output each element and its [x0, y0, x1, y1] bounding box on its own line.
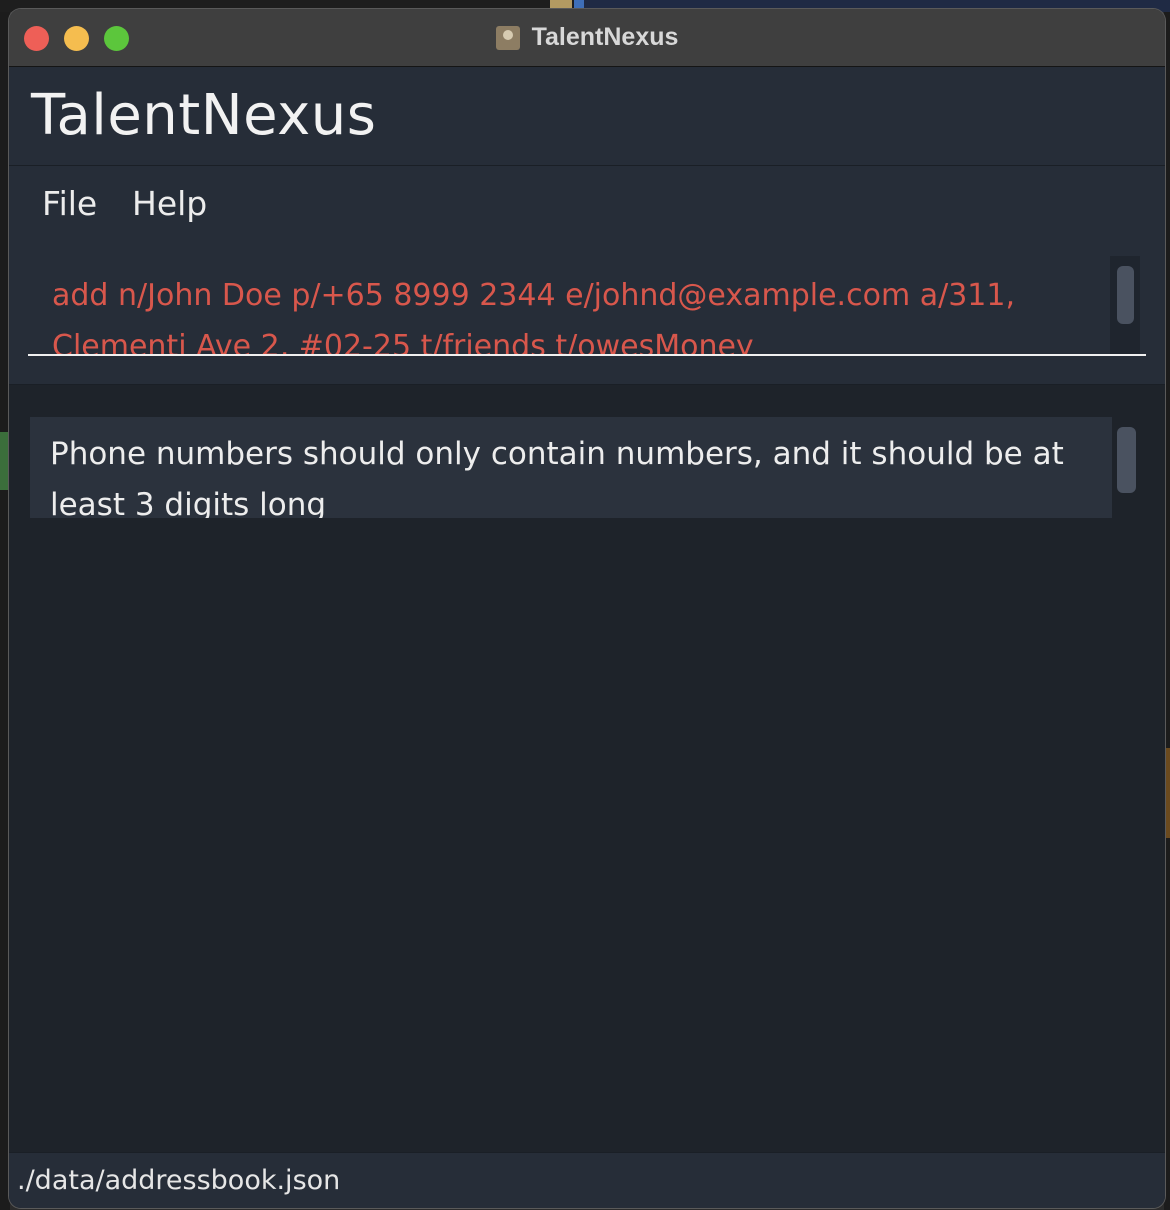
- command-scrollbar-thumb[interactable]: [1117, 266, 1134, 324]
- title-bar[interactable]: TalentNexus: [9, 9, 1165, 67]
- menu-file[interactable]: File: [42, 184, 97, 223]
- app-window: TalentNexus TalentNexus File Help add n/…: [9, 9, 1165, 1208]
- command-input-text[interactable]: add n/John Doe p/+65 8999 2344 e/johnd@e…: [52, 270, 1102, 354]
- window-title: TalentNexus: [531, 23, 679, 51]
- save-location-path: ./data/addressbook.json: [17, 1165, 341, 1196]
- result-display: Phone numbers should only contain number…: [30, 417, 1112, 518]
- status-bar: ./data/addressbook.json: [9, 1152, 1165, 1208]
- app-header: TalentNexus: [9, 67, 1165, 166]
- command-area: add n/John Doe p/+65 8999 2344 e/johnd@e…: [9, 236, 1165, 385]
- app-contacts-icon: [495, 25, 520, 50]
- menu-help[interactable]: Help: [132, 184, 207, 223]
- command-scrollbar[interactable]: [1110, 256, 1140, 354]
- result-area: Phone numbers should only contain number…: [9, 385, 1165, 1155]
- command-input[interactable]: add n/John Doe p/+65 8999 2344 e/johnd@e…: [28, 256, 1146, 356]
- result-message: Phone numbers should only contain number…: [50, 436, 1064, 518]
- result-scrollbar-thumb[interactable]: [1117, 427, 1136, 493]
- app-name-heading: TalentNexus: [31, 83, 377, 148]
- menu-bar: File Help: [9, 166, 1165, 236]
